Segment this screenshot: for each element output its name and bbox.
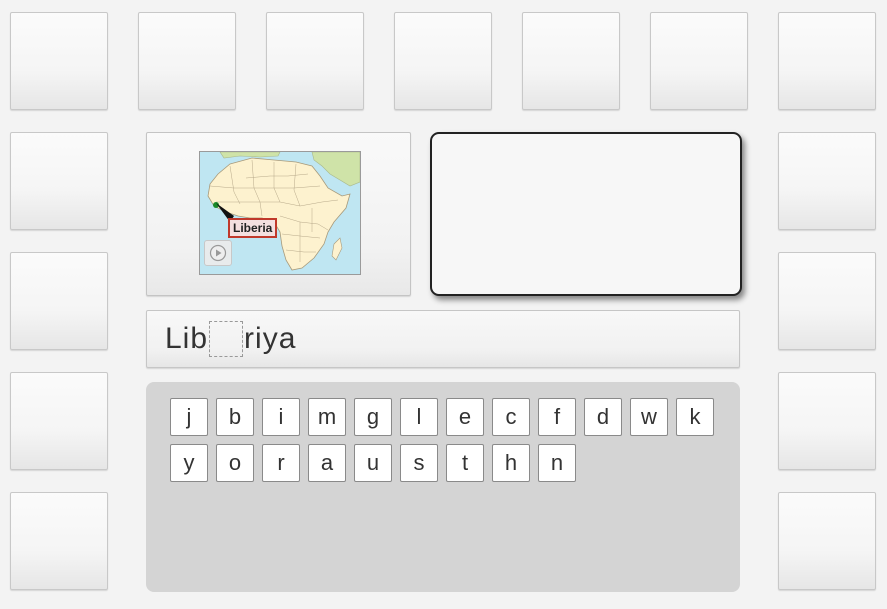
tile-top-5[interactable] (522, 12, 620, 110)
tile-top-4[interactable] (394, 12, 492, 110)
letter-key[interactable]: s (400, 444, 438, 482)
tile-top-3[interactable] (266, 12, 364, 110)
tile-right-4[interactable] (778, 492, 876, 590)
letter-key[interactable]: i (262, 398, 300, 436)
letter-key[interactable]: k (676, 398, 714, 436)
word-display: Lib riya (146, 310, 740, 368)
letter-key[interactable]: g (354, 398, 392, 436)
letter-key[interactable]: m (308, 398, 346, 436)
tile-left-1[interactable] (10, 132, 108, 230)
image-card: Liberia (146, 132, 411, 296)
letter-key[interactable]: a (308, 444, 346, 482)
country-label: Liberia (228, 218, 278, 238)
letter-key[interactable]: n (538, 444, 576, 482)
audio-play-button[interactable] (204, 240, 232, 266)
letter-choices-panel: j b i m g l e c f d w k y o r a u s t h … (146, 382, 740, 592)
tile-top-6[interactable] (650, 12, 748, 110)
answer-display-card (430, 132, 742, 296)
tile-right-1[interactable] (778, 132, 876, 230)
tile-left-3[interactable] (10, 372, 108, 470)
tile-top-1[interactable] (10, 12, 108, 110)
letter-key[interactable]: j (170, 398, 208, 436)
letter-key[interactable]: l (400, 398, 438, 436)
letter-key[interactable]: t (446, 444, 484, 482)
tile-right-3[interactable] (778, 372, 876, 470)
letter-key[interactable]: c (492, 398, 530, 436)
letter-key[interactable]: e (446, 398, 484, 436)
letter-key[interactable]: r (262, 444, 300, 482)
play-circle-icon (209, 244, 227, 262)
letter-key[interactable]: w (630, 398, 668, 436)
tile-left-2[interactable] (10, 252, 108, 350)
word-prefix: Lib (165, 322, 209, 355)
tile-right-2[interactable] (778, 252, 876, 350)
letter-key[interactable]: o (216, 444, 254, 482)
letter-key[interactable]: b (216, 398, 254, 436)
tile-left-4[interactable] (10, 492, 108, 590)
map-image: Liberia (199, 151, 361, 275)
letter-key[interactable]: u (354, 444, 392, 482)
tile-top-7[interactable] (778, 12, 876, 110)
tile-top-2[interactable] (138, 12, 236, 110)
letter-key[interactable]: f (538, 398, 576, 436)
letter-key[interactable]: h (492, 444, 530, 482)
letter-key[interactable]: y (170, 444, 208, 482)
word-suffix: riya (244, 322, 297, 355)
missing-letter-slot[interactable] (209, 321, 244, 357)
letter-key[interactable]: d (584, 398, 622, 436)
